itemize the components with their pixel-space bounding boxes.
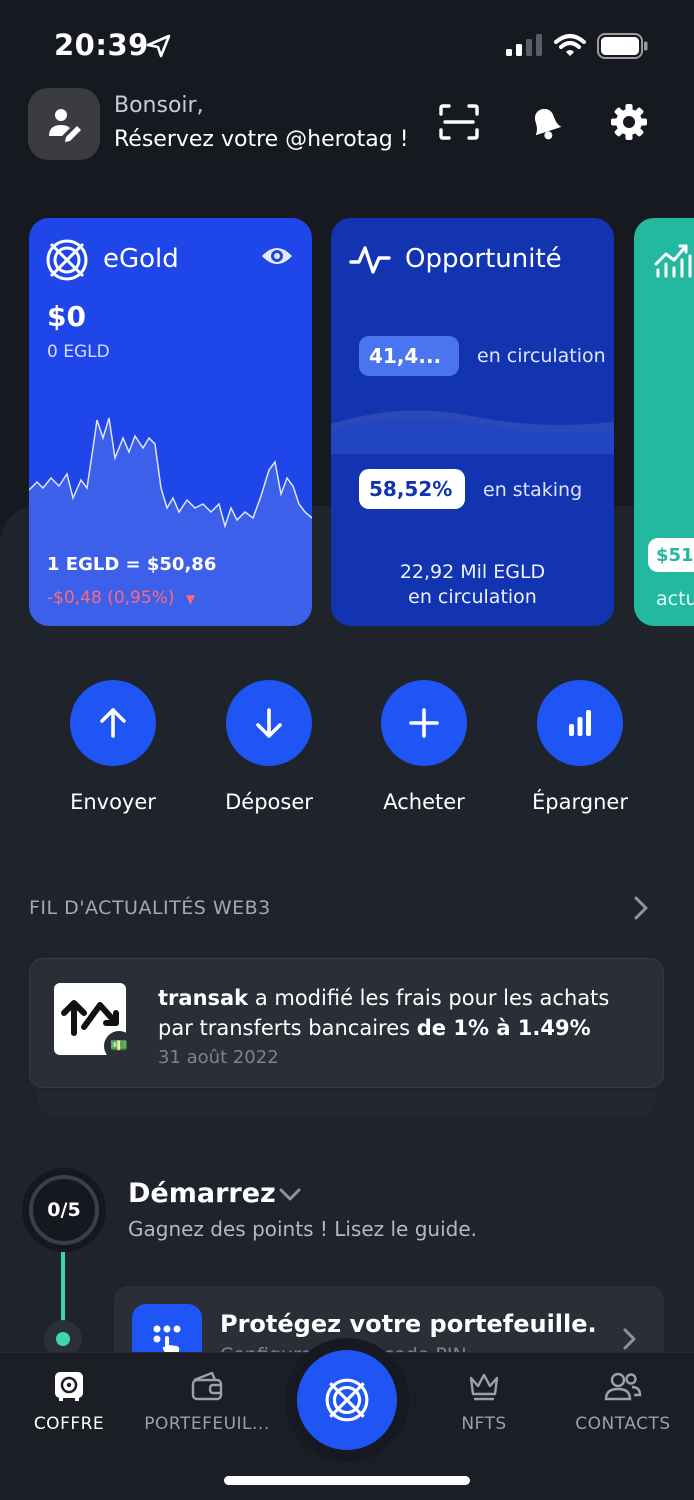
tab-label: NFTS xyxy=(461,1414,507,1434)
news-item[interactable]: 💵 transak a modifié les frais pour les a… xyxy=(29,958,664,1088)
chevron-down-icon[interactable] xyxy=(278,1186,302,1208)
circulating-supply: 22,92 Mil EGLD xyxy=(399,561,546,583)
safe-icon xyxy=(0,1366,139,1406)
circulating-supply-label: en circulation xyxy=(408,586,537,608)
wallet-icon xyxy=(137,1366,277,1406)
tab-nfts[interactable]: NFTS xyxy=(414,1366,554,1434)
tab-label: PORTEFEUIL... xyxy=(144,1414,270,1434)
task-title: Protégez votre portefeuille. xyxy=(220,1310,597,1338)
getting-started-title[interactable]: Démarrez xyxy=(128,1178,276,1209)
staking-label: en staking xyxy=(483,479,583,501)
deposit-label: Déposer xyxy=(225,790,313,814)
news-stack-shadow xyxy=(38,1090,656,1116)
egld-center-button[interactable] xyxy=(297,1350,397,1450)
crown-icon xyxy=(414,1366,554,1406)
plus-icon xyxy=(409,708,439,738)
cellular-signal-icon xyxy=(506,34,544,60)
user-edit-icon xyxy=(49,109,81,142)
deposit-button[interactable] xyxy=(226,680,312,766)
fab-container xyxy=(285,1338,409,1462)
news-date: 31 août 2022 xyxy=(158,1047,279,1068)
egld-logo-icon xyxy=(45,238,89,286)
news-text: transak a modifié les frais pour les ach… xyxy=(158,986,610,1040)
circulation-value-pill: 41,4... xyxy=(359,336,459,376)
caret-down-icon: ▼ xyxy=(185,592,196,606)
wifi-icon xyxy=(554,33,586,61)
send-action[interactable]: Envoyer xyxy=(53,680,173,814)
tab-portefeuille[interactable]: PORTEFEUIL... xyxy=(137,1366,277,1434)
send-button[interactable] xyxy=(70,680,156,766)
bar-chart-icon xyxy=(569,710,591,736)
home-indicator xyxy=(224,1476,470,1485)
progress-indicator: 0/5 xyxy=(22,1168,106,1252)
activity-pulse-icon xyxy=(349,244,391,280)
egld-price-change: -$0,48 (0,95%) ▼ xyxy=(47,588,196,608)
save-label: Épargner xyxy=(532,790,628,814)
chevron-right-icon[interactable] xyxy=(628,894,652,926)
egold-balance-egld: 0 EGLD xyxy=(47,342,110,362)
egold-card[interactable]: eGold $0 0 EGLD 1 EGLD = $50,86 -$0,48 (… xyxy=(29,218,312,626)
tab-label: COFFRE xyxy=(33,1414,105,1434)
avatar[interactable] xyxy=(28,88,100,160)
herotag-prompt[interactable]: Réservez votre @herotag ! xyxy=(114,127,409,152)
egld-logo-icon xyxy=(325,1378,369,1422)
opportunity-title: Opportunité xyxy=(405,244,562,274)
save-button[interactable] xyxy=(537,680,623,766)
getting-started-subtitle: Gagnez des points ! Lisez le guide. xyxy=(128,1217,478,1241)
battery-icon xyxy=(597,33,649,63)
settings-gear-icon[interactable] xyxy=(607,100,651,144)
money-emoji-icon: 💵 xyxy=(104,1031,134,1061)
third-card[interactable]: $51 actu xyxy=(634,218,694,626)
status-time: 20:39 xyxy=(54,28,149,62)
tab-coffre[interactable]: COFFRE xyxy=(0,1366,139,1434)
trend-chart-icon xyxy=(654,242,694,282)
circulation-label: en circulation xyxy=(477,345,606,367)
progress-count: 0/5 xyxy=(29,1175,99,1245)
arrow-down-icon xyxy=(256,708,282,738)
egld-rate: 1 EGLD = $50,86 xyxy=(47,554,217,575)
eye-icon[interactable] xyxy=(261,244,293,272)
greeting-text: Bonsoir, xyxy=(114,93,204,118)
progress-line xyxy=(61,1252,65,1326)
deposit-action[interactable]: Déposer xyxy=(209,680,329,814)
news-section-title: FIL D'ACTUALITÉS WEB3 xyxy=(29,897,271,919)
location-arrow-icon xyxy=(146,34,172,62)
third-card-value: $51 xyxy=(648,538,694,572)
third-card-label: actu xyxy=(656,588,694,610)
egold-title: eGold xyxy=(103,244,179,274)
arrow-up-icon xyxy=(100,708,126,738)
buy-button[interactable] xyxy=(381,680,467,766)
scan-qr-icon[interactable] xyxy=(437,100,481,144)
tab-label: CONTACTS xyxy=(575,1414,671,1434)
bell-icon[interactable] xyxy=(522,100,566,144)
buy-action[interactable]: Acheter xyxy=(364,680,484,814)
staking-value-pill: 58,52% xyxy=(359,469,465,509)
send-label: Envoyer xyxy=(70,790,156,814)
opportunity-card[interactable]: Opportunité 41,4... en circulation 58,52… xyxy=(331,218,614,626)
buy-label: Acheter xyxy=(383,790,465,814)
egold-balance-usd: $0 xyxy=(47,300,86,333)
save-action[interactable]: Épargner xyxy=(520,680,640,814)
contacts-icon xyxy=(553,1366,693,1406)
tab-contacts[interactable]: CONTACTS xyxy=(553,1366,693,1434)
opportunity-wave xyxy=(331,410,614,454)
